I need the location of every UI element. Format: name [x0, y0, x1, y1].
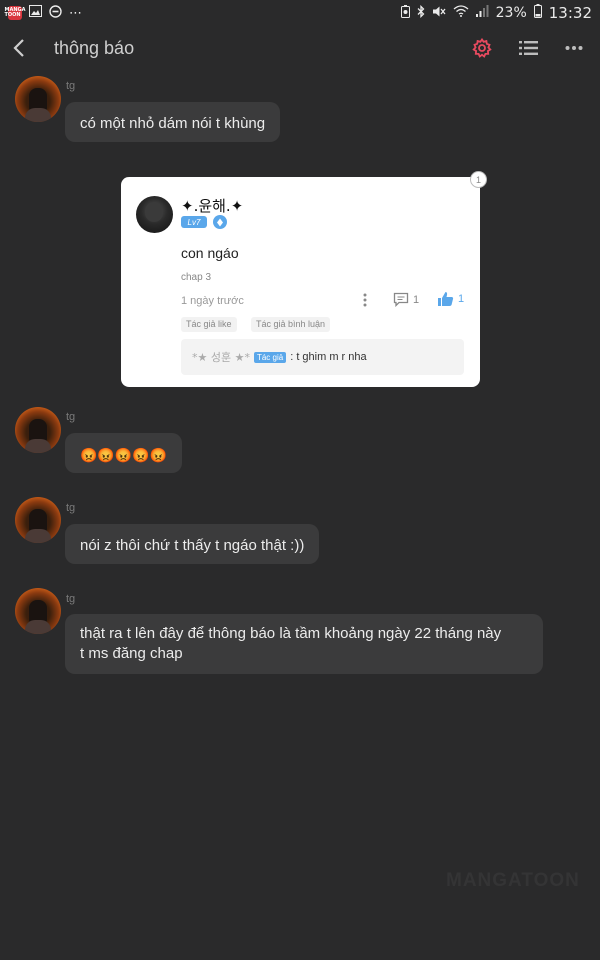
message-line: thật ra t lên đây để thông báo là tầm kh…: [80, 625, 502, 642]
mangatoon-notification-icon: MANGA TOON: [4, 6, 26, 20]
verified-icon: [213, 215, 227, 229]
comment-card[interactable]: 1 ✦.윤해.✦ Lv7 con ngáo chap 3 1 ngày trướ…: [121, 171, 487, 387]
mangatoon-watermark: MANGATOON: [446, 870, 580, 891]
signal-icon: [475, 5, 489, 21]
image-icon: [29, 5, 42, 21]
message-line: t ms đăng chap: [80, 645, 183, 662]
back-button[interactable]: [2, 26, 36, 70]
avatar[interactable]: [15, 497, 61, 543]
page-title: thông báo: [54, 37, 135, 58]
avatar[interactable]: [15, 407, 61, 453]
comment-icon: [393, 292, 409, 307]
clock: 13:32: [548, 4, 592, 22]
battery-icon: [533, 4, 542, 22]
sender-name: tg: [66, 502, 76, 514]
list-button[interactable]: [514, 34, 542, 62]
battery-saver-icon: [400, 4, 410, 22]
message-bubble: có một nhỏ dám nói t khùng: [65, 102, 281, 142]
thumbs-up-icon: [438, 292, 454, 306]
back-arrow-icon: [13, 39, 24, 57]
reply-author-name: *★ 성훈 ★*: [192, 351, 250, 364]
list-icon: [518, 41, 538, 55]
more-horizontal-icon: [565, 46, 583, 50]
author-commented-tag: Tác giả bình luận: [251, 317, 331, 332]
sender-name: tg: [66, 593, 76, 605]
like-button[interactable]: 1: [437, 291, 464, 307]
comment-time: 1 ngày trước: [181, 295, 244, 307]
comment-more-button[interactable]: [359, 291, 371, 309]
reply-text: : t ghim m r nha: [290, 351, 367, 363]
commenter-name: ✦.윤해.✦: [181, 197, 244, 215]
message-bubble: thật ra t lên đây để thông báo là tầm kh…: [65, 614, 543, 674]
settings-button[interactable]: [468, 34, 496, 62]
reply-count: 1: [413, 293, 420, 306]
commenter-avatar[interactable]: [136, 196, 173, 233]
like-count: 1: [458, 293, 465, 305]
comment-text: con ngáo: [181, 245, 239, 261]
bluetooth-icon: [417, 4, 425, 22]
more-options-button[interactable]: [560, 34, 588, 62]
mute-icon: [432, 5, 446, 22]
reply-count-button[interactable]: 1: [393, 292, 419, 307]
sender-name: tg: [66, 411, 76, 423]
wifi-icon: [453, 5, 469, 21]
gear-icon: [472, 38, 492, 58]
do-not-disturb-icon: [49, 4, 62, 22]
message-bubble: 😡😡😡😡😡: [65, 433, 183, 473]
author-label: Tác giả: [253, 351, 287, 363]
avatar[interactable]: [15, 588, 61, 634]
more-vertical-icon: [363, 293, 367, 307]
battery-percent: 23%: [495, 5, 527, 21]
chapter-label: chap 3: [181, 272, 212, 283]
author-reply[interactable]: *★ 성훈 ★* Tác giả : t ghim m r nha: [181, 339, 464, 375]
status-bar: MANGA TOON ⋯ 23% 13:32: [0, 0, 600, 26]
more-dots-icon: ⋯: [69, 5, 82, 21]
sender-name: tg: [66, 80, 76, 92]
card-count-badge: 1: [470, 171, 487, 188]
message-bubble: nói z thôi chứ t thấy t ngáo thật :)): [65, 524, 320, 564]
app-bar: thông báo: [0, 26, 600, 70]
avatar[interactable]: [15, 76, 61, 122]
author-liked-tag: Tác giả like: [181, 317, 237, 332]
level-badge: Lv7: [181, 216, 207, 228]
